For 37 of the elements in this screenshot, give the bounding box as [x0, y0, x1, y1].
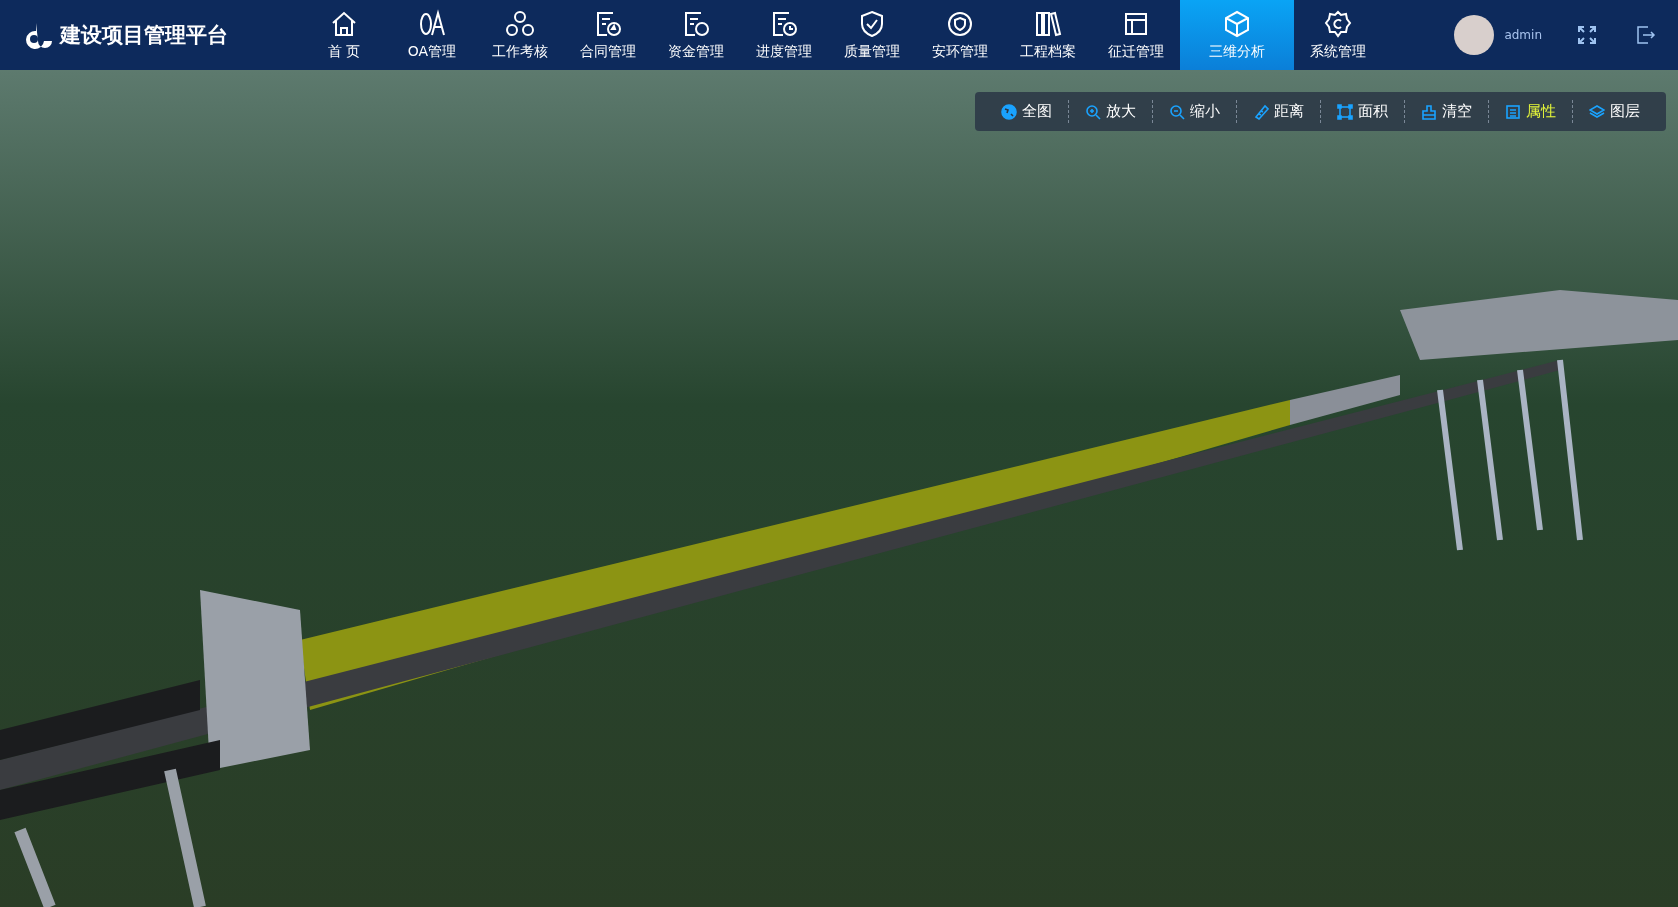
nav-tab[interactable]: 质量管理 [828, 0, 916, 70]
map-tool-button[interactable]: 清空 [1405, 100, 1489, 123]
nav-tab[interactable]: 安环管理 [916, 0, 1004, 70]
nav-tab[interactable]: OA管理 [388, 0, 476, 70]
zoom-out-icon [1169, 103, 1185, 120]
nav-tab[interactable]: 系统管理 [1294, 0, 1382, 70]
map-tool-button[interactable]: 面积 [1321, 100, 1405, 123]
nav-tab[interactable]: 工作考核 [476, 0, 564, 70]
avatar[interactable] [1454, 15, 1495, 55]
map-tool-button[interactable]: 全图 [985, 100, 1069, 123]
nav-tab[interactable]: 三维分析 [1180, 0, 1294, 70]
nav-tab[interactable]: 征迁管理 [1092, 0, 1180, 70]
map-tool-button[interactable]: 放大 [1069, 100, 1153, 123]
map-tool-button[interactable]: 图层 [1573, 100, 1656, 123]
brush-icon [1421, 103, 1437, 120]
fullscreen-icon[interactable] [1578, 26, 1596, 44]
nav-tab[interactable]: 工程档案 [1004, 0, 1092, 70]
cube-icon [1222, 9, 1252, 39]
nav-tab[interactable]: 资金管理 [652, 0, 740, 70]
ruler-icon [1253, 103, 1269, 120]
username: admin [1504, 28, 1542, 42]
map-tool-button[interactable]: 缩小 [1153, 100, 1237, 123]
zoom-in-icon [1085, 103, 1101, 120]
logout-icon[interactable] [1636, 26, 1656, 44]
area-icon [1337, 103, 1353, 120]
layers-icon [1589, 103, 1605, 120]
gear-icon [1323, 9, 1353, 39]
nav-tab[interactable]: 首 页 [300, 0, 388, 70]
app-title: 建设项目管理平台 [60, 22, 228, 49]
map-tool-button[interactable]: 距离 [1237, 100, 1321, 123]
people-icon [505, 9, 535, 39]
books-icon [1033, 9, 1063, 39]
map-tool-button[interactable]: 属性 [1489, 100, 1573, 123]
nav-tab[interactable]: 合同管理 [564, 0, 652, 70]
shield-circle-icon [945, 9, 975, 39]
list-icon [1505, 103, 1521, 120]
nav-tab[interactable]: 进度管理 [740, 0, 828, 70]
